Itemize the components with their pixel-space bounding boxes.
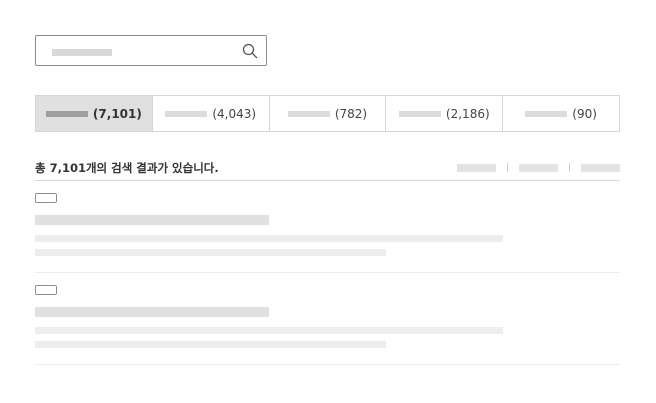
result-title-placeholder[interactable]	[35, 307, 269, 317]
tab-label-placeholder	[525, 110, 568, 117]
tab-label-placeholder	[287, 110, 330, 117]
category-tag	[35, 193, 57, 203]
sort-separator	[507, 163, 508, 172]
tab-4[interactable]: (2,186)	[385, 96, 502, 131]
result-count: 총 7,101개의 검색 결과가 있습니다.	[35, 161, 219, 175]
result-title-placeholder[interactable]	[35, 215, 269, 225]
result-snippet-placeholder	[35, 341, 386, 348]
tab-label-placeholder	[165, 110, 208, 117]
tab-count: (7,101)	[92, 106, 142, 121]
result-item[interactable]	[35, 181, 620, 273]
tab-2[interactable]: (4,043)	[151, 96, 269, 131]
tab-count: (782)	[334, 106, 368, 121]
tab-5[interactable]: (90)	[502, 96, 619, 131]
search-icon[interactable]	[242, 43, 258, 59]
tab-count: (4,043)	[212, 106, 257, 121]
result-snippet-placeholder	[35, 327, 503, 334]
tab-label-placeholder	[398, 110, 441, 117]
result-snippet-placeholder	[35, 235, 503, 242]
sort-option[interactable]	[519, 163, 558, 172]
tab-1[interactable]: (7,101)	[36, 96, 152, 131]
category-tabs: (7,101) (4,043) (782) (2,186) (90)	[35, 95, 620, 132]
sort-option[interactable]	[581, 163, 620, 172]
tab-label-placeholder	[45, 110, 88, 117]
search-placeholder	[52, 49, 112, 56]
tab-3[interactable]: (782)	[268, 96, 386, 131]
search-input[interactable]	[35, 35, 267, 66]
tab-count: (2,186)	[445, 106, 490, 121]
sort-separator	[569, 163, 570, 172]
tab-count: (90)	[572, 106, 597, 121]
sort-option[interactable]	[457, 163, 496, 172]
result-snippet-placeholder	[35, 249, 386, 256]
result-item[interactable]	[35, 273, 620, 365]
sort-options	[457, 163, 620, 172]
category-tag	[35, 285, 57, 295]
